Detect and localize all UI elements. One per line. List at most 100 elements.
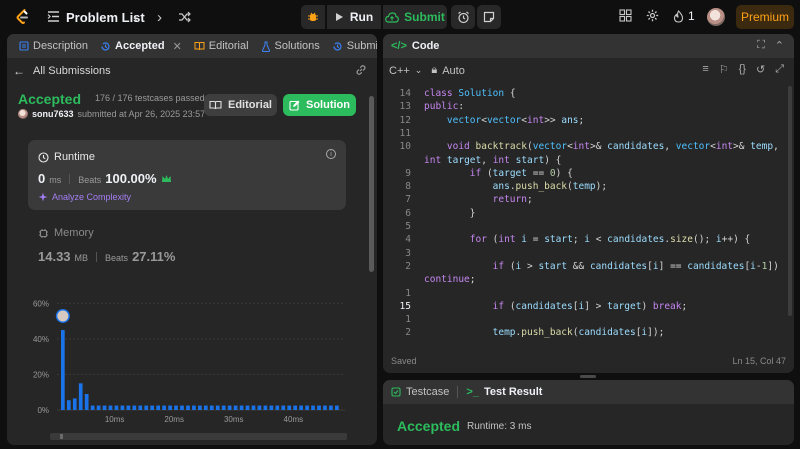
bookmark-icon[interactable]: ⚐ <box>719 63 729 76</box>
info-icon[interactable]: i <box>326 149 336 159</box>
line-number: 3 <box>405 247 411 259</box>
gear-icon[interactable] <box>646 9 659 22</box>
test-tab-bar: Testcase >_ Test Result <box>383 380 794 404</box>
code-text: public: <box>424 101 465 113</box>
close-tab-icon[interactable]: ✕ <box>173 40 182 53</box>
user-marker-avatar <box>57 310 69 322</box>
tab-submissions[interactable]: Submissions <box>326 40 377 52</box>
notes-button[interactable] <box>477 5 501 29</box>
code-line[interactable]: 13 public: <box>383 101 783 114</box>
tab-test-result[interactable]: >_ Test Result <box>466 386 542 398</box>
runtime-distribution-chart[interactable]: 60% 40% 20% 0% 10ms 20ms 30ms 40ms <box>27 292 357 422</box>
code-line[interactable]: 6 } <box>383 208 783 221</box>
tab-testcase[interactable]: Testcase <box>391 386 449 398</box>
panel-resize-handle[interactable] <box>580 375 596 378</box>
checkbox-icon <box>391 387 401 397</box>
terminal-icon: >_ <box>466 386 479 398</box>
language-select[interactable]: C++ <box>389 65 410 77</box>
chevron-down-icon[interactable]: ⌄ <box>415 65 423 76</box>
history-icon <box>101 41 110 51</box>
reset-icon[interactable]: ↺ <box>756 63 765 76</box>
tab-solutions[interactable]: Solutions <box>255 40 326 52</box>
editorial-button[interactable]: Editorial <box>204 94 277 116</box>
line-number: 8 <box>405 181 411 193</box>
chart-bar <box>198 405 202 410</box>
panel-scrollbar[interactable] <box>369 96 374 272</box>
runtime-label: Runtime <box>38 151 95 163</box>
code-line[interactable]: 2 temp.push_back(candidates[i]); <box>383 327 783 340</box>
code-editor[interactable]: 14 class Solution {13 public: 12 vector<vec… <box>383 84 788 342</box>
chart-bar <box>186 405 190 410</box>
y-tick-label: 60% <box>33 299 49 308</box>
code-line[interactable]: 11 <box>383 128 783 141</box>
code-line[interactable]: 14 class Solution { <box>383 88 783 101</box>
prev-problem-icon[interactable]: ‹ <box>133 9 138 26</box>
code-line[interactable]: 5 <box>383 221 783 234</box>
chart-bar <box>132 405 137 410</box>
tab-accepted[interactable]: Accepted ✕ <box>94 40 188 53</box>
leetcode-logo-icon[interactable] <box>14 8 32 26</box>
code-text: } <box>424 207 476 219</box>
line-number: 5 <box>405 221 411 232</box>
link-icon[interactable] <box>355 64 367 76</box>
line-number: 1 <box>405 287 411 299</box>
braces-icon[interactable]: {} <box>739 63 746 76</box>
x-tick-label: 40ms <box>284 415 304 422</box>
code-line[interactable]: 10 void backtrack(vector<int>& candidate… <box>383 141 783 154</box>
submitter-name[interactable]: sonu7633 <box>32 109 74 119</box>
code-line[interactable]: 7 return; <box>383 194 783 207</box>
code-line[interactable]: int target, int start) { <box>383 155 783 168</box>
analyze-complexity-link[interactable]: Analyze Complexity <box>38 192 131 202</box>
code-line[interactable]: 8 ans.push_back(temp); <box>383 181 783 194</box>
back-arrow-icon[interactable]: ← <box>13 64 25 78</box>
tab-editorial[interactable]: Editorial <box>188 40 255 52</box>
premium-button[interactable]: Premium <box>736 5 794 29</box>
chart-bar <box>335 405 339 410</box>
code-line[interactable]: continue; <box>383 274 783 287</box>
code-line[interactable]: 12 vector<vector<int>> ans; <box>383 115 783 128</box>
chart-bar <box>227 405 232 410</box>
chart-bar <box>168 405 172 410</box>
code-line[interactable]: 15 if (candidates[i] > target) break; <box>383 301 783 314</box>
code-line[interactable]: 4 for (int i = start; i < candidates.siz… <box>383 234 783 247</box>
top-bar: Problem List ‹ › Run Submit 1 Premium <box>0 0 800 34</box>
code-line[interactable]: 1 <box>383 314 783 327</box>
lock-icon[interactable]: 🔒︎ <box>431 64 437 77</box>
chart-bar <box>78 383 83 410</box>
memory-label[interactable]: Memory <box>38 227 94 239</box>
chart-bar <box>251 405 256 410</box>
debug-button[interactable] <box>301 5 325 29</box>
expand-icon[interactable]: ⤢ <box>775 63 784 76</box>
layout-grid-icon[interactable] <box>619 9 632 22</box>
chart-bar <box>66 400 71 410</box>
chart-scrollbar[interactable] <box>50 433 347 440</box>
code-line[interactable]: 1 <box>383 288 783 301</box>
chart-bar <box>144 405 149 410</box>
chevron-up-icon[interactable]: ⌃ <box>775 39 784 52</box>
code-scrollbar[interactable] <box>788 86 792 316</box>
code-line[interactable]: 2 if (i > start && candidates[i] == cand… <box>383 261 783 274</box>
all-submissions-link[interactable]: ← All Submissions <box>13 64 111 78</box>
maximize-icon[interactable]: ⛶ <box>757 39 765 52</box>
code-text: continue; <box>424 274 476 286</box>
code-line[interactable]: 9 if (target == 0) { <box>383 168 783 181</box>
submit-button[interactable]: Submit <box>383 5 447 29</box>
run-button[interactable]: Run <box>327 5 381 29</box>
next-problem-icon[interactable]: › <box>157 9 162 26</box>
timer-button[interactable] <box>451 5 475 29</box>
format-icon[interactable]: ≡ <box>702 63 708 76</box>
shuffle-icon[interactable] <box>178 11 191 23</box>
bug-icon <box>308 12 318 21</box>
auto-mode[interactable]: Auto <box>442 65 465 77</box>
left-tab-bar: Description Accepted ✕ Editorial Solutio… <box>7 34 377 58</box>
runtime-card[interactable]: Runtime i 0 ms Beats 100.00% Analyze Com… <box>28 140 346 210</box>
chart-bar <box>281 405 286 410</box>
code-line[interactable]: 3 <box>383 248 783 261</box>
solution-button[interactable]: Solution <box>283 94 356 116</box>
cloud-upload-icon <box>385 11 400 23</box>
streak-counter[interactable]: 1 <box>673 9 695 23</box>
user-avatar[interactable] <box>707 8 725 26</box>
problem-list-icon[interactable] <box>47 10 60 23</box>
history-icon <box>333 41 342 51</box>
tab-description[interactable]: Description <box>13 40 94 52</box>
